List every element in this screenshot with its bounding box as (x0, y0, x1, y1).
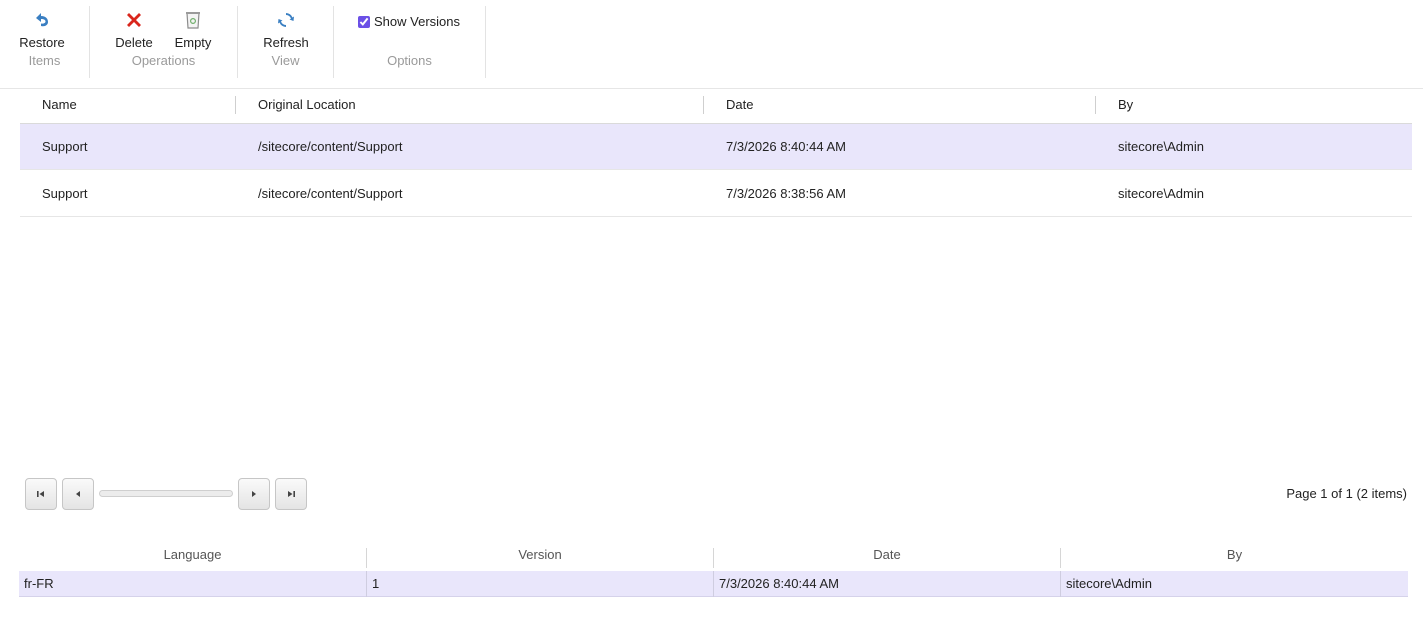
show-versions-checkbox[interactable]: Show Versions (358, 14, 460, 29)
column-header-original-location[interactable]: Original Location (236, 90, 703, 123)
cell-by: sitecore\Admin (1118, 139, 1204, 154)
ribbon-group-items: Restore Items (0, 6, 90, 78)
column-header-date[interactable]: Date (714, 542, 1060, 570)
refresh-button[interactable]: Refresh (258, 10, 314, 50)
ribbon-group-options: Show Versions Options (334, 6, 486, 78)
first-page-icon (37, 491, 44, 497)
previous-page-icon (76, 491, 80, 497)
last-page-icon (288, 491, 295, 497)
versions-grid-header: Language Version Date By (19, 542, 1408, 570)
column-header-by[interactable]: By (1096, 90, 1412, 123)
group-caption-operations: Operations (131, 53, 196, 68)
table-row[interactable]: Support /sitecore/content/Support 7/3/20… (20, 171, 1412, 217)
refresh-icon (258, 10, 314, 32)
show-versions-label: Show Versions (374, 14, 460, 29)
first-page-button[interactable] (25, 478, 57, 510)
column-header-version[interactable]: Version (367, 542, 713, 570)
group-caption-options: Options (387, 53, 432, 68)
page-slider[interactable] (99, 490, 233, 497)
group-caption-items: Items (28, 53, 61, 68)
cell-date: 7/3/2026 8:40:44 AM (726, 139, 846, 154)
cell-name: Support (42, 139, 88, 154)
cell-original-location: /sitecore/content/Support (258, 139, 403, 154)
group-caption-view: View (271, 53, 300, 68)
cell-language: fr-FR (24, 576, 54, 591)
recycle-bin-icon (170, 10, 216, 32)
column-header-name[interactable]: Name (20, 90, 235, 123)
show-versions-input[interactable] (358, 15, 370, 28)
ribbon-group-operations: Delete Empty Operations (90, 6, 238, 78)
cell-name: Support (42, 186, 88, 201)
restore-icon (14, 10, 70, 32)
ribbon-toolbar: Restore Items Delete Empty Operations Re… (0, 0, 1423, 89)
column-header-language[interactable]: Language (19, 542, 366, 570)
empty-button[interactable]: Empty (170, 10, 216, 50)
cell-original-location: /sitecore/content/Support (258, 186, 403, 201)
version-row[interactable]: fr-FR 1 7/3/2026 8:40:44 AM sitecore\Adm… (19, 571, 1408, 597)
restore-button[interactable]: Restore (14, 10, 70, 50)
delete-label: Delete (115, 35, 153, 50)
last-page-button[interactable] (275, 478, 307, 510)
empty-label: Empty (174, 35, 212, 50)
column-header-by[interactable]: By (1061, 542, 1408, 570)
cell-date: 7/3/2026 8:38:56 AM (726, 186, 846, 201)
next-page-button[interactable] (238, 478, 270, 510)
delete-button[interactable]: Delete (112, 10, 156, 50)
cell-version: 1 (372, 576, 380, 591)
items-grid-header: Name Original Location Date By (20, 90, 1412, 124)
cell-by: sitecore\Admin (1118, 186, 1204, 201)
column-header-date[interactable]: Date (704, 90, 1095, 123)
restore-label: Restore (19, 35, 65, 50)
cell-by: sitecore\Admin (1066, 576, 1152, 591)
previous-page-button[interactable] (62, 478, 94, 510)
table-row[interactable]: Support /sitecore/content/Support 7/3/20… (20, 124, 1412, 170)
delete-icon (112, 10, 156, 32)
pager-info: Page 1 of 1 (2 items) (1286, 486, 1407, 501)
refresh-label: Refresh (263, 35, 309, 50)
next-page-icon (252, 491, 256, 497)
cell-date: 7/3/2026 8:40:44 AM (719, 576, 839, 591)
ribbon-group-view: Refresh View (238, 6, 334, 78)
